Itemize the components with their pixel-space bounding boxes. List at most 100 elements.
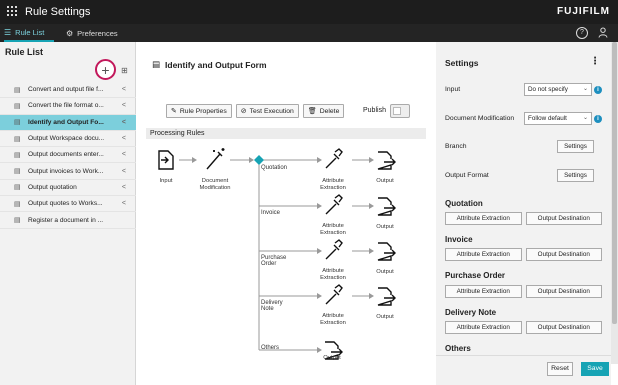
document-icon: ▤ [14, 168, 21, 176]
input-select[interactable]: Do not specify ⌄ [524, 83, 592, 96]
share-icon[interactable]: < [122, 184, 126, 191]
share-icon[interactable]: < [122, 151, 126, 158]
input-label: Input [445, 86, 461, 93]
rule-list-item[interactable]: ▤ Output quotes to Works... < [0, 196, 136, 213]
rule-list-item[interactable]: ▤ Register a document in ... [0, 212, 136, 229]
section-title: Quotation [445, 199, 483, 208]
app-grid-icon[interactable] [7, 6, 19, 18]
tab-rule-list-label: Rule List [15, 27, 45, 37]
app-header: Rule Settings FUJIFILM [0, 0, 618, 24]
section-title: Delivery Note [445, 308, 497, 317]
attribute-extraction-node[interactable]: Attribute Extraction [313, 268, 353, 281]
branch-label: Delivery Note [261, 300, 283, 312]
rule-list-item[interactable]: ▤ Convert and output file f... < [0, 82, 136, 99]
tab-rule-list[interactable]: ☰ Rule List [4, 24, 54, 42]
output-node[interactable]: Output [365, 178, 405, 185]
more-options-icon[interactable]: ⋮ [590, 56, 600, 67]
document-modification-label: Document Modification [445, 115, 515, 122]
chevron-down-icon: ⌄ [582, 115, 588, 121]
user-icon[interactable] [597, 27, 609, 39]
share-icon[interactable]: < [122, 119, 126, 126]
rule-list-item-selected[interactable]: ▤ Identify and Output Fo... < [0, 114, 136, 131]
rule-list-item[interactable]: ▤ Output Workspace docu... < [0, 131, 136, 148]
rule-editor: ▤ Identify and Output Form ✎ Rule Propert… [137, 42, 435, 385]
share-icon[interactable]: < [122, 86, 126, 93]
rule-list-panel: Rule List + ⊞ ▤ Convert and output file f… [0, 42, 136, 385]
rule-list-item[interactable]: ▤ Convert the file format o... < [0, 98, 136, 115]
attribute-extraction-button[interactable]: Attribute Extraction [445, 285, 522, 298]
rule-list-item[interactable]: ▤ Output invoices to Work... < [0, 163, 136, 180]
attribute-extraction-node[interactable]: Attribute Extraction [313, 223, 353, 236]
branch-label: Purchase Order [261, 255, 287, 267]
attribute-extraction-button[interactable]: Attribute Extraction [445, 248, 522, 261]
section-actions: Attribute Extraction Output Destination [445, 321, 602, 334]
branch-label: Quotation [261, 165, 288, 171]
output-node[interactable]: Output [365, 269, 405, 276]
rule-list-item[interactable]: ▤ Output quotation < [0, 180, 136, 197]
input-icon [158, 150, 174, 170]
settings-panel: Settings ⋮ Input Do not specify ⌄ i Docum… [436, 42, 611, 385]
attribute-extraction-button[interactable]: Attribute Extraction [445, 212, 522, 225]
document-icon: ▤ [14, 86, 21, 94]
settings-title: Settings [445, 58, 479, 68]
document-icon: ▤ [14, 151, 21, 159]
section-title: Others [445, 344, 471, 353]
document-modification-node[interactable]: Document Modification [195, 178, 235, 191]
document-modification-select[interactable]: Follow default ⌄ [524, 112, 592, 125]
add-rule-button[interactable]: + [95, 59, 116, 80]
document-icon: ▤ [14, 102, 21, 110]
tab-preferences-label: Preferences [77, 28, 118, 38]
import-icon[interactable]: ⊞ [121, 66, 128, 75]
output-node[interactable]: Output [365, 314, 405, 321]
rule-list-item[interactable]: ▤ Output documents enter... < [0, 147, 136, 164]
output-node[interactable]: Output [365, 224, 405, 231]
rule-list: ▤ Convert and output file f... < ▤ Convert … [0, 82, 136, 229]
section-actions: Attribute Extraction Output Destination [445, 248, 602, 261]
document-icon: ▤ [14, 217, 21, 225]
section-title: Purchase Order [445, 271, 506, 280]
share-icon[interactable]: < [122, 168, 126, 175]
attribute-extraction-node[interactable]: Attribute Extraction [313, 178, 353, 191]
output-destination-button[interactable]: Output Destination [525, 321, 602, 334]
section-title: Invoice [445, 235, 473, 244]
brand-logo: FUJIFILM [557, 6, 610, 17]
attribute-extraction-node[interactable]: Attribute Extraction [313, 313, 353, 326]
document-icon: ▤ [14, 184, 21, 192]
info-icon[interactable]: i [594, 115, 602, 123]
share-icon[interactable]: < [122, 135, 126, 142]
branch-settings-button[interactable]: Settings [557, 140, 594, 153]
document-icon: ▤ [14, 119, 21, 127]
output-format-settings-button[interactable]: Settings [557, 169, 594, 182]
output-destination-button[interactable]: Output Destination [525, 212, 602, 225]
branch-label: Branch [445, 143, 467, 150]
output-destination-button[interactable]: Output Destination [525, 248, 602, 261]
tab-bar: ☰ Rule List ⚙ Preferences ? [0, 24, 618, 42]
chevron-down-icon: ⌄ [582, 86, 588, 92]
save-button[interactable]: Save [581, 362, 609, 376]
output-format-label: Output Format [445, 172, 489, 179]
output-destination-button[interactable]: Output Destination [525, 285, 602, 298]
share-icon[interactable]: < [122, 200, 126, 207]
document-icon: ▤ [14, 200, 21, 208]
section-actions: Attribute Extraction Output Destination [445, 285, 602, 298]
flow-connectors [158, 148, 396, 360]
reset-button[interactable]: Reset [547, 362, 573, 376]
section-actions: Attribute Extraction Output Destination [445, 212, 602, 225]
branch-label: Invoice [261, 210, 281, 216]
settings-scrollbar[interactable] [611, 42, 618, 364]
app-title: Rule Settings [25, 6, 91, 18]
settings-footer: Reset Save [436, 355, 611, 385]
rule-list-title: Rule List [5, 47, 44, 57]
document-icon: ▤ [14, 135, 21, 143]
magic-wand-icon [206, 148, 225, 170]
gear-icon: ⚙ [66, 28, 74, 38]
attribute-extraction-button[interactable]: Attribute Extraction [445, 321, 522, 334]
help-icon[interactable]: ? [576, 27, 588, 39]
input-node[interactable]: Input [146, 178, 186, 185]
list-icon: ☰ [4, 27, 12, 37]
share-icon[interactable]: < [122, 102, 126, 109]
branch-label: Others [261, 345, 280, 351]
info-icon[interactable]: i [594, 86, 602, 94]
output-node[interactable]: Output [312, 355, 352, 362]
tab-preferences[interactable]: ⚙ Preferences [66, 24, 118, 42]
